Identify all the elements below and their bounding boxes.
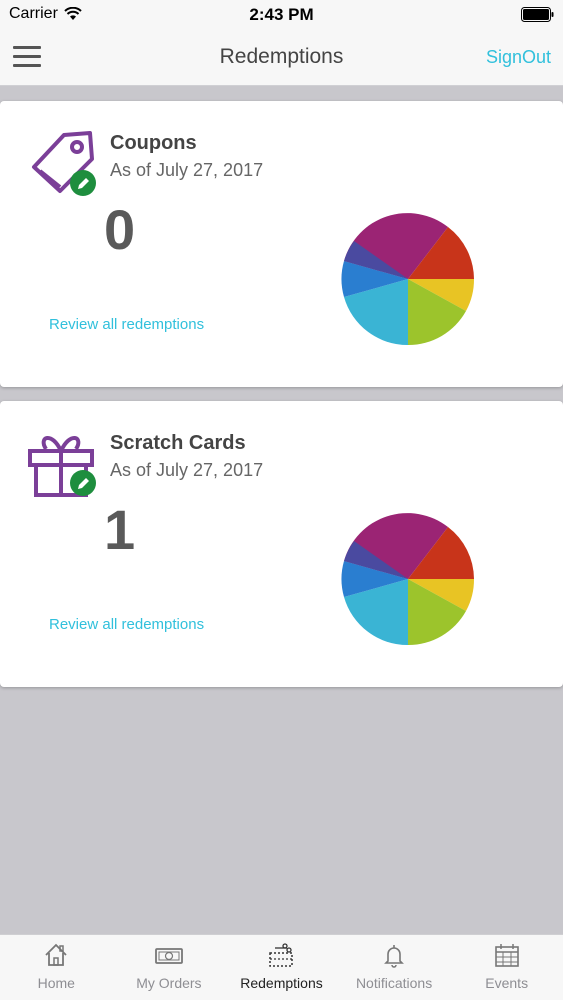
card-title: Coupons [110,132,197,154]
tag-icon [32,131,96,196]
tab-bar: Home My Orders Redemptions Notifications [0,934,563,1000]
nav-bar: Redemptions SignOut [0,30,563,86]
redemption-count: 0 [104,198,136,261]
card-title: Scratch Cards [110,432,246,454]
tab-label: Events [485,975,529,991]
tab-home[interactable]: Home [0,935,113,1000]
scratch-cards-card: Scratch Cards As of July 27, 2017 1 Revi… [0,401,563,687]
coupon-cut-icon [269,943,294,967]
pie-chart-icon [341,213,475,346]
bell-icon [384,945,405,968]
review-redemptions-link[interactable]: Review all redemptions [49,316,204,333]
review-redemptions-link[interactable]: Review all redemptions [49,616,204,633]
tab-events[interactable]: Events [450,935,563,1000]
tab-redemptions[interactable]: Redemptions [225,935,338,1000]
tab-label: My Orders [136,975,202,991]
gift-icon [28,436,96,497]
status-bar: Carrier 2:43 PM [0,0,563,30]
page-title: Redemptions [219,45,344,68]
tab-label: Notifications [355,975,433,991]
tab-notifications[interactable]: Notifications [338,935,451,1000]
money-icon [154,948,183,964]
coupons-card: Coupons As of July 27, 2017 0 Review all… [0,101,563,387]
status-time: 2:43 PM [249,5,314,24]
card-date: As of July 27, 2017 [110,160,264,180]
home-icon [45,943,67,966]
tab-my-orders[interactable]: My Orders [113,935,226,1000]
pie-chart-icon [341,513,475,646]
tab-label: Redemptions [240,975,323,991]
battery-icon [521,7,554,22]
tab-label: Home [37,975,75,991]
card-date: As of July 27, 2017 [110,460,264,480]
signout-button[interactable]: SignOut [486,47,551,68]
calendar-icon [494,944,519,967]
redemption-count: 1 [104,498,136,561]
